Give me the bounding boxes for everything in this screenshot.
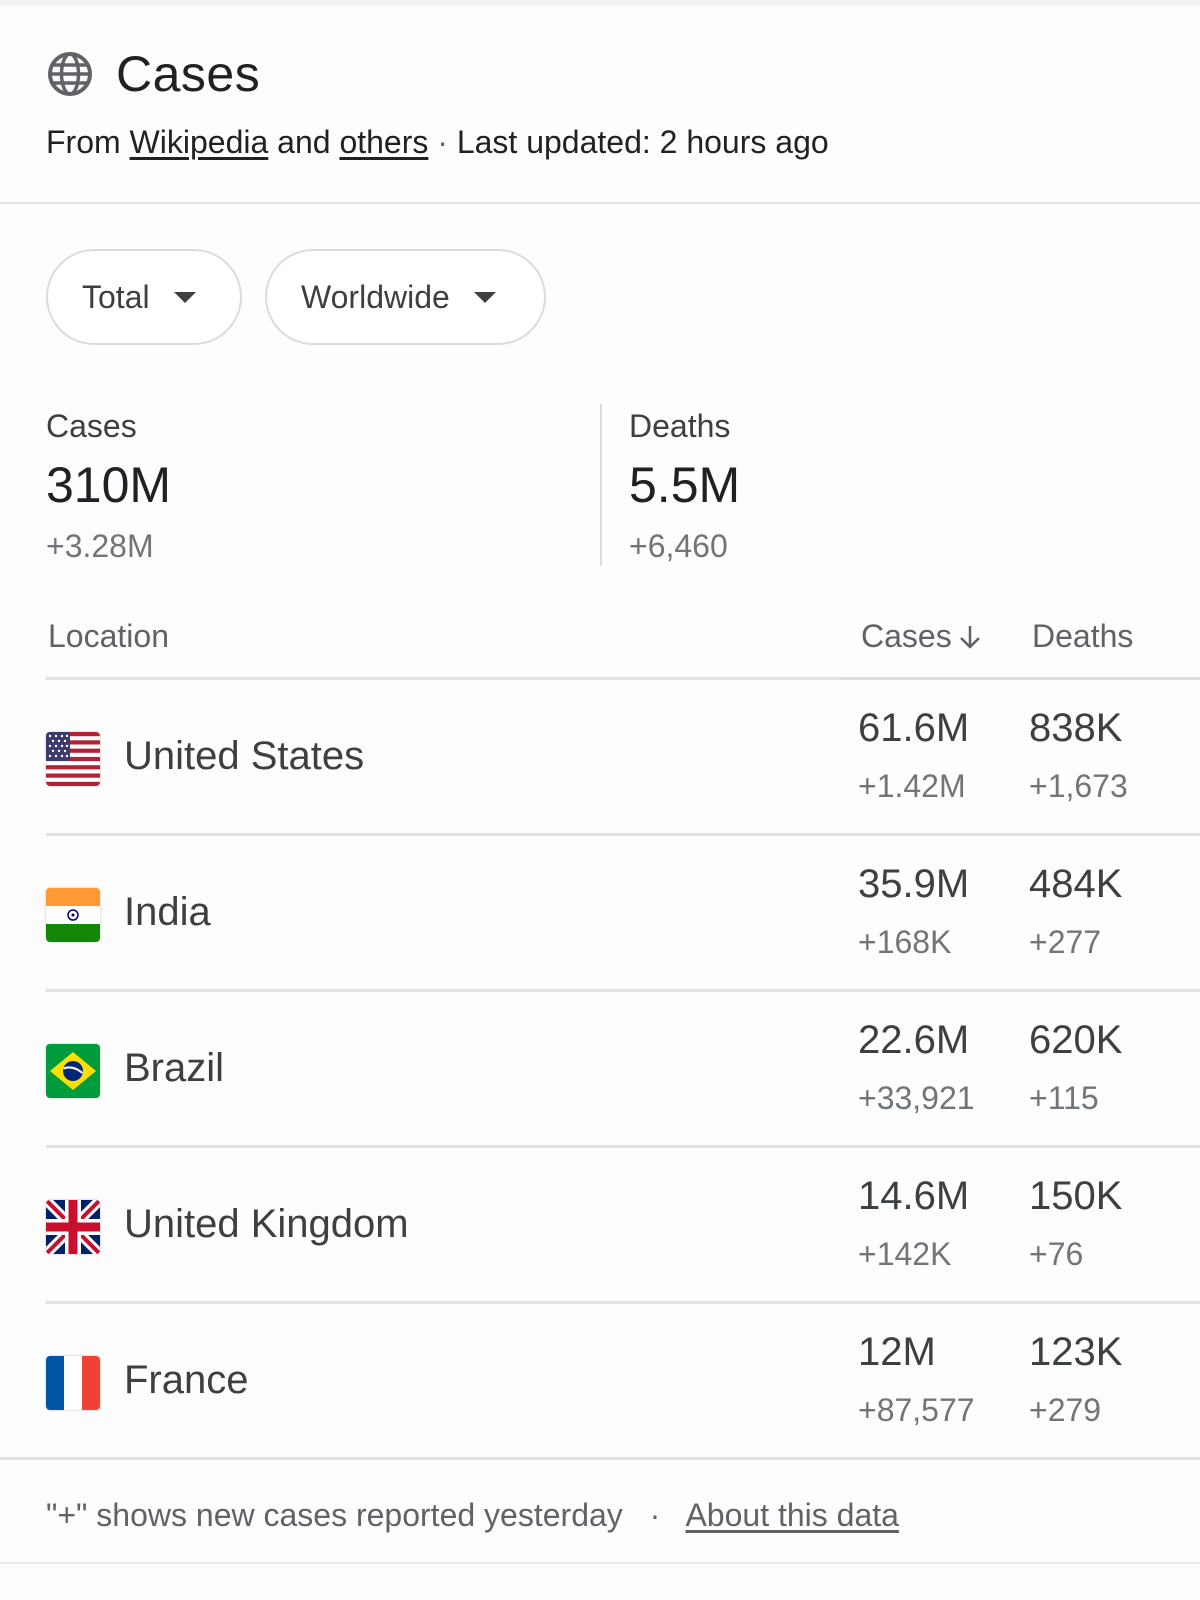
page-title: Cases [116,46,261,102]
uk-flag-icon [46,1200,100,1254]
about-data-link[interactable]: About this data [685,1497,898,1533]
cases-delta: +1.42M [858,768,966,804]
deaths-delta: +115 [1029,1080,1099,1116]
deaths-delta: +76 [1029,1236,1084,1272]
region-dropdown-label: Worldwide [301,278,450,315]
column-cases-sort[interactable]: Cases [861,618,982,655]
title-row: Cases [46,42,1180,106]
region-dropdown[interactable]: Worldwide [265,249,546,345]
row-divider [0,1457,1200,1460]
cases-delta: +33,921 [858,1080,975,1116]
india-flag-icon [46,888,100,942]
cases-value: 12M [858,1330,936,1374]
table-header: Location Cases Deaths [0,612,1200,664]
cases-delta: +168K [858,924,952,960]
footer-rule [0,1562,1200,1564]
country-table-body: United States 61.6M +1.42M 838K +1,673 I… [0,680,1200,1460]
brazil-flag-icon [46,1044,100,1098]
table-row[interactable]: Brazil 22.6M +33,921 620K +115 [0,992,1200,1148]
country-name: United States [124,734,365,778]
total-dropdown-label: Total [82,278,150,315]
summary-cases-delta: +3.28M [46,528,154,564]
others-link[interactable]: others [339,124,428,160]
summary-cases-label: Cases [46,408,137,444]
cases-value: 22.6M [858,1018,970,1062]
table-row[interactable]: India 35.9M +168K 484K +277 [0,836,1200,992]
source-prefix: From [46,124,121,160]
summary-divider [600,404,602,566]
country-name: Brazil [124,1046,225,1090]
source-line: From Wikipedia and others · Last updated… [46,124,829,161]
last-updated: Last updated: 2 hours ago [456,124,829,160]
globe-icon [48,52,92,96]
deaths-value: 150K [1029,1174,1123,1218]
france-flag-icon [46,1356,100,1410]
card-header: Cases [46,42,1180,106]
column-cases-label: Cases [861,618,952,654]
summary-deaths: Deaths 5.5M +6,460 [629,406,740,565]
cases-value: 61.6M [858,706,970,750]
cases-value: 14.6M [858,1174,970,1218]
deaths-value: 484K [1029,862,1123,906]
footer: "+" shows new cases reported yesterday ·… [46,1497,899,1534]
caret-down-icon [173,291,196,303]
country-name: United Kingdom [124,1202,409,1246]
summary-cases-value: 310M [46,457,172,513]
arrow-down-icon [959,625,980,649]
deaths-delta: +279 [1029,1392,1102,1428]
source-and: and [277,124,331,160]
summary-cases: Cases 310M +3.28M [46,406,171,565]
caret-down-icon [473,291,496,303]
column-location[interactable]: Location [48,618,169,655]
summary-deaths-label: Deaths [629,408,731,444]
us-flag-icon [46,732,100,786]
total-dropdown[interactable]: Total [46,249,242,345]
table-row[interactable]: United Kingdom 14.6M +142K 150K +76 [0,1148,1200,1304]
footer-separator: · [649,1497,661,1533]
deaths-value: 620K [1029,1018,1123,1062]
deaths-value: 838K [1029,706,1123,750]
top-edge [0,0,1200,6]
deaths-delta: +277 [1029,924,1102,960]
country-name: France [124,1358,249,1402]
footer-note: "+" shows new cases reported yesterday [46,1497,623,1533]
wikipedia-link[interactable]: Wikipedia [130,124,269,160]
cases-delta: +142K [858,1236,952,1272]
deaths-delta: +1,673 [1029,768,1128,804]
column-deaths[interactable]: Deaths [1032,618,1133,655]
deaths-value: 123K [1029,1330,1123,1374]
header-divider [0,202,1200,204]
country-name: India [124,890,211,934]
cases-value: 35.9M [858,862,970,906]
table-row[interactable]: France 12M +87,577 123K +279 [0,1304,1200,1460]
table-row[interactable]: United States 61.6M +1.42M 838K +1,673 [0,680,1200,836]
cases-delta: +87,577 [858,1392,975,1428]
summary-deaths-value: 5.5M [629,457,741,513]
summary-deaths-delta: +6,460 [629,528,728,564]
source-separator: · [437,124,448,160]
